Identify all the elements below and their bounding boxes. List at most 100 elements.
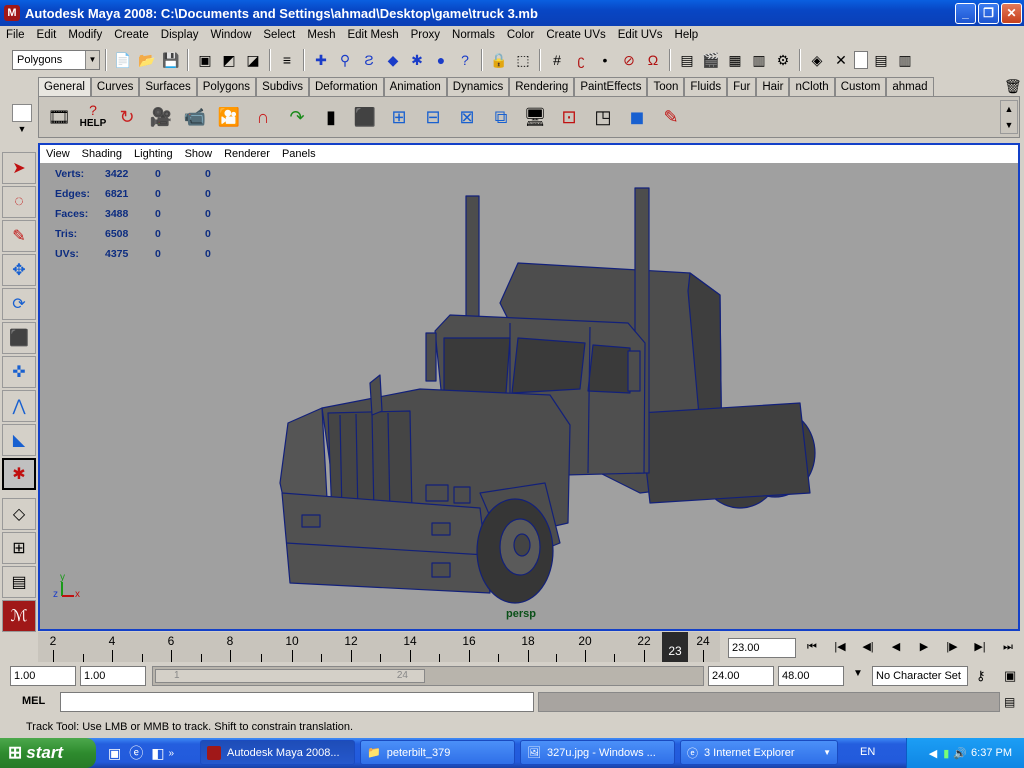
- taskbar-item-maya[interactable]: Autodesk Maya 2008...: [200, 740, 355, 765]
- ie-quicklaunch-icon[interactable]: ⓔ: [129, 743, 143, 763]
- play-backwards-icon[interactable]: ◀: [884, 638, 908, 656]
- range-slider[interactable]: 1 24: [152, 666, 704, 686]
- step-forward-frame-icon[interactable]: ▶|: [968, 638, 992, 656]
- playback-end-field[interactable]: 24.00: [708, 666, 774, 686]
- tab-surfaces[interactable]: Surfaces: [139, 77, 197, 96]
- green-arrow-icon[interactable]: ↷: [281, 101, 313, 133]
- select-object-icon[interactable]: ◩: [218, 49, 240, 71]
- taskbar-item-ie-group[interactable]: ⓔ 3 Internet Explorer ▼: [680, 740, 838, 765]
- rotate-tool-icon[interactable]: ⟳: [2, 288, 36, 320]
- quick-input-field[interactable]: [854, 51, 868, 69]
- select-tool-icon[interactable]: ➤: [2, 152, 36, 184]
- snap-curve-icon[interactable]: ʗ: [570, 49, 592, 71]
- show-manipulator-icon[interactable]: ◣: [2, 424, 36, 456]
- select-deformations-icon[interactable]: ✱: [406, 49, 428, 71]
- tab-polygons[interactable]: Polygons: [196, 77, 257, 96]
- move-tool-icon[interactable]: ✥: [2, 254, 36, 286]
- camera-aim-up-icon[interactable]: 🎦: [213, 101, 245, 133]
- shelf-options-field[interactable]: [12, 104, 32, 122]
- show-desktop-icon[interactable]: ◧: [151, 745, 164, 762]
- ipr-render-icon[interactable]: ▥: [748, 49, 770, 71]
- tab-toon[interactable]: Toon: [647, 77, 685, 96]
- close-button[interactable]: ✕: [1001, 3, 1022, 24]
- command-input[interactable]: [60, 692, 534, 712]
- tab-animation[interactable]: Animation: [383, 77, 447, 96]
- attribute-editor-icon[interactable]: ▥: [894, 49, 916, 71]
- film-icon[interactable]: 🎞: [43, 101, 75, 133]
- step-forward-key-icon[interactable]: |▶: [940, 638, 964, 656]
- tab-ncloth[interactable]: nCloth: [789, 77, 835, 96]
- panel-menu-renderer[interactable]: Renderer: [218, 148, 276, 160]
- back-arrow-icon[interactable]: ◀: [929, 747, 937, 760]
- soft-modification-icon[interactable]: ⋀: [2, 390, 36, 422]
- blue-cube-icon[interactable]: ◼: [621, 101, 653, 133]
- menu-select[interactable]: Select: [257, 29, 301, 41]
- panel-menu-view[interactable]: View: [40, 148, 76, 160]
- selection-mask-icon[interactable]: ≡: [276, 49, 298, 71]
- render-current-icon[interactable]: ▦: [724, 49, 746, 71]
- go-to-start-icon[interactable]: ⏮: [800, 638, 824, 656]
- camera-aim-icon[interactable]: 📹: [179, 101, 211, 133]
- universal-manipulator-icon[interactable]: ✜: [2, 356, 36, 388]
- scale-tool-icon[interactable]: ⬛: [2, 322, 36, 354]
- end-time-field[interactable]: 48.00: [778, 666, 844, 686]
- tab-deformation[interactable]: Deformation: [308, 77, 384, 96]
- select-curves-icon[interactable]: Ƨ: [358, 49, 380, 71]
- outliner-icon[interactable]: ⊡: [553, 101, 585, 133]
- menu-edit[interactable]: Edit: [31, 29, 63, 41]
- current-frame-marker[interactable]: 23: [662, 632, 688, 662]
- tab-general[interactable]: General: [38, 77, 91, 96]
- hierarchy-icon[interactable]: ⊞: [383, 101, 415, 133]
- snap-view-plane-icon[interactable]: ⊘: [618, 49, 640, 71]
- panel-menu-panels[interactable]: Panels: [276, 148, 322, 160]
- step-back-frame-icon[interactable]: |◀: [828, 638, 852, 656]
- tab-dynamics[interactable]: Dynamics: [446, 77, 510, 96]
- paint-icon[interactable]: ✎: [655, 101, 687, 133]
- magnet-icon[interactable]: ∩: [247, 101, 279, 133]
- menu-create-uvs[interactable]: Create UVs: [540, 29, 611, 41]
- select-dynamics-icon[interactable]: ●: [430, 49, 452, 71]
- lock-selection-icon[interactable]: 🔒: [488, 49, 510, 71]
- select-surfaces-icon[interactable]: ◆: [382, 49, 404, 71]
- lasso-tool-icon[interactable]: ◌: [2, 186, 36, 218]
- panel-menu-lighting[interactable]: Lighting: [128, 148, 179, 160]
- tab-hair[interactable]: Hair: [756, 77, 790, 96]
- script-editor-button-icon[interactable]: ▤: [1004, 695, 1015, 709]
- character-set-menu-icon[interactable]: ▼: [848, 668, 868, 686]
- minimize-button[interactable]: _: [955, 3, 976, 24]
- tab-rendering[interactable]: Rendering: [509, 77, 575, 96]
- play-forwards-icon[interactable]: ▶: [912, 638, 936, 656]
- panel-menu-show[interactable]: Show: [179, 148, 219, 160]
- channel-box-icon[interactable]: ▤: [870, 49, 892, 71]
- cube-sel-icon[interactable]: ⬛: [349, 101, 381, 133]
- maya-quicklaunch-icon[interactable]: ▣: [108, 745, 121, 762]
- menu-create[interactable]: Create: [108, 29, 155, 41]
- language-indicator[interactable]: EN: [860, 746, 875, 758]
- maximize-button[interactable]: ❐: [978, 3, 999, 24]
- panel-menu-shading[interactable]: Shading: [76, 148, 128, 160]
- select-joints-icon[interactable]: ⚲: [334, 49, 356, 71]
- make-live-icon[interactable]: Ω: [642, 49, 664, 71]
- menu-window[interactable]: Window: [204, 29, 257, 41]
- tab-ahmad[interactable]: ahmad: [886, 77, 934, 96]
- step-back-key-icon[interactable]: ◀|: [856, 638, 880, 656]
- render-settings-icon[interactable]: ⚙: [772, 49, 794, 71]
- save-scene-icon[interactable]: 💾: [160, 49, 182, 71]
- menu-display[interactable]: Display: [155, 29, 205, 41]
- auto-key-icon[interactable]: ⚷: [976, 668, 986, 684]
- menu-modify[interactable]: Modify: [62, 29, 108, 41]
- menu-help[interactable]: Help: [669, 29, 705, 41]
- outliner-layout-icon[interactable]: ▤: [2, 566, 36, 598]
- single-perspective-layout-icon[interactable]: ◇: [2, 498, 36, 530]
- track-tool-icon[interactable]: ✱: [2, 458, 36, 490]
- open-scene-icon[interactable]: 📂: [136, 49, 158, 71]
- shelf-scroll[interactable]: ▲ ▼: [1000, 100, 1018, 134]
- snap-point-icon[interactable]: •: [594, 49, 616, 71]
- rotate-arrow-icon[interactable]: ↻: [111, 101, 143, 133]
- four-view-layout-icon[interactable]: ⊞: [2, 532, 36, 564]
- start-button[interactable]: ⊞ start: [0, 738, 96, 768]
- tab-fluids[interactable]: Fluids: [684, 77, 728, 96]
- playback-start-field[interactable]: 1.00: [80, 666, 146, 686]
- network-icon[interactable]: ▮: [943, 747, 949, 760]
- menu-edit-mesh[interactable]: Edit Mesh: [341, 29, 404, 41]
